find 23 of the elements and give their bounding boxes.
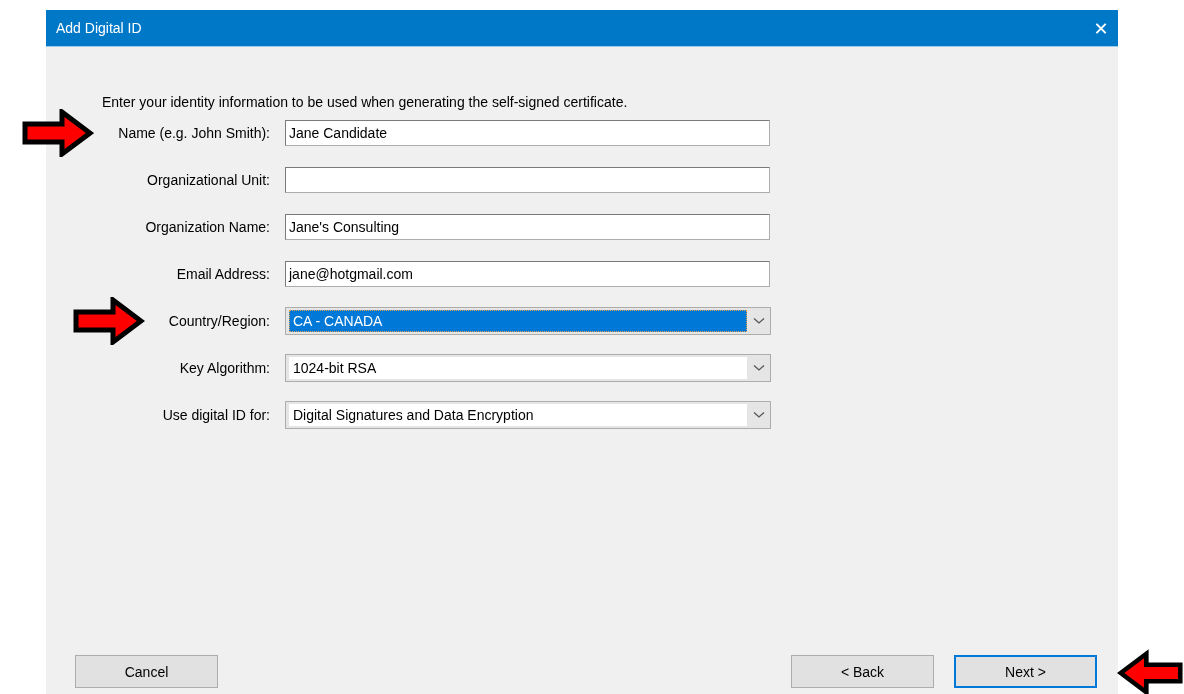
field-label: Key Algorithm: — [179, 360, 270, 376]
text-field[interactable]: Jane's Consulting — [285, 214, 770, 240]
dialog-button[interactable]: Cancel — [75, 655, 218, 688]
dropdown[interactable]: CA - CANADA — [285, 307, 771, 335]
text-field[interactable] — [285, 167, 770, 193]
instruction-text: Enter your identity information to be used when generating the self-signed certificate. — [102, 94, 629, 110]
field-label: Email Address: — [176, 266, 270, 282]
chevron-down-icon — [753, 364, 765, 372]
dialog-button[interactable]: < Back — [791, 655, 934, 688]
close-button[interactable]: ✕ — [1084, 11, 1118, 45]
field-label: Country/Region: — [168, 313, 270, 329]
dialog-button[interactable]: Next > — [954, 655, 1097, 688]
text-field[interactable]: jane@hotgmail.com — [285, 261, 770, 287]
field-label: Use digital ID for: — [162, 407, 270, 423]
dropdown[interactable]: 1024-bit RSA — [285, 354, 771, 382]
chevron-down-icon — [753, 317, 765, 325]
field-label: Organization Name: — [145, 219, 270, 235]
field-label: Name (e.g. John Smith): — [118, 125, 270, 141]
window-title: Add Digital ID — [56, 20, 142, 36]
field-label: Organizational Unit: — [147, 172, 270, 188]
text-field[interactable]: Jane Candidate — [285, 120, 770, 146]
dropdown[interactable]: Digital Signatures and Data Encryption — [285, 401, 771, 429]
chevron-down-icon — [753, 411, 765, 419]
